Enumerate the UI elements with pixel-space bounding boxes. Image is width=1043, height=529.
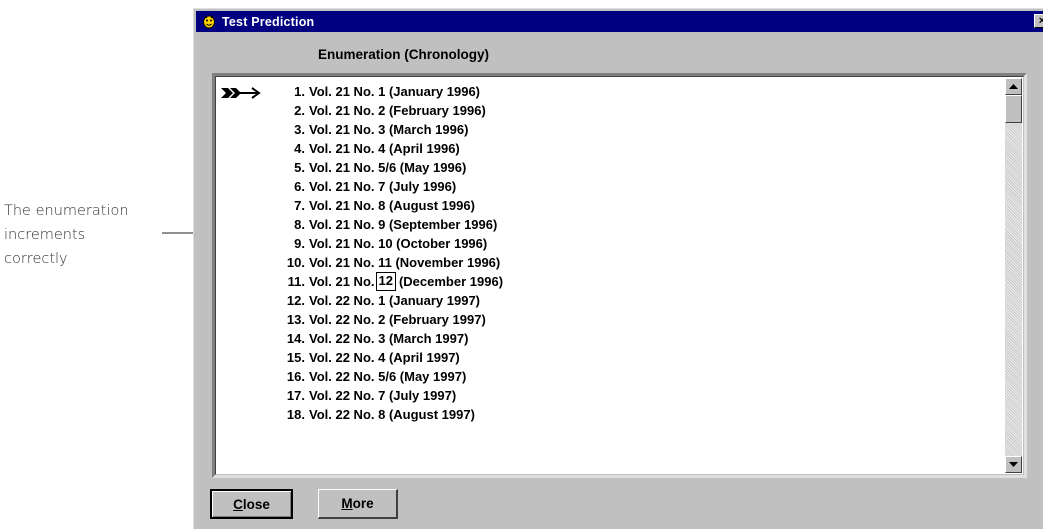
list-item[interactable]: 15. Vol. 22 No. 4 (April 1997) (284, 348, 503, 367)
callout-line-1: The enumeration (4, 203, 129, 219)
test-prediction-window: Test Prediction × Enumeration (Chronolog… (193, 8, 1043, 529)
list-item[interactable]: 10. Vol. 21 No. 11 (November 1996) (284, 253, 503, 272)
list-item[interactable]: 7. Vol. 21 No. 8 (August 1996) (284, 196, 503, 215)
title-bar[interactable]: Test Prediction × (196, 11, 1043, 32)
arrow-pointer-icon (221, 87, 261, 99)
list-item[interactable]: 1. Vol. 21 No. 1 (January 1996) (284, 82, 503, 101)
more-button[interactable]: More (318, 489, 398, 519)
list-item[interactable]: 13. Vol. 22 No. 2 (February 1997) (284, 310, 503, 329)
callout-line-3: correctly (4, 251, 68, 267)
list-item[interactable]: 12. Vol. 22 No. 1 (January 1997) (284, 291, 503, 310)
prediction-listbox[interactable]: 1. Vol. 21 No. 1 (January 1996) 2. Vol. 21… (212, 73, 1027, 478)
list-item[interactable]: 2. Vol. 21 No. 2 (February 1996) (284, 101, 503, 120)
scroll-up-button[interactable] (1005, 78, 1022, 95)
column-header: Enumeration (Chronology) (318, 47, 489, 62)
list-item[interactable]: 9. Vol. 21 No. 10 (October 1996) (284, 234, 503, 253)
callout-annotation: The enumeration increments correctly (4, 199, 179, 271)
list-item[interactable]: 5. Vol. 21 No. 5/6 (May 1996) (284, 158, 503, 177)
scroll-down-button[interactable] (1005, 456, 1022, 473)
list-item[interactable]: 4. Vol. 21 No. 4 (April 1996) (284, 139, 503, 158)
close-window-icon[interactable]: × (1034, 14, 1043, 28)
list-item[interactable]: 14. Vol. 22 No. 3 (March 1997) (284, 329, 503, 348)
vertical-scrollbar[interactable] (1005, 78, 1022, 473)
list-item[interactable]: 6. Vol. 21 No. 7 (July 1996) (284, 177, 503, 196)
highlighted-issue-number: 12 (375, 272, 396, 291)
scroll-thumb[interactable] (1005, 95, 1022, 123)
list-item[interactable]: 18. Vol. 22 No. 8 (August 1997) (284, 405, 503, 424)
list-item[interactable]: 3. Vol. 21 No. 3 (March 1996) (284, 120, 503, 139)
scroll-up-arrow-icon (1009, 84, 1018, 89)
prediction-items: 1. Vol. 21 No. 1 (January 1996) 2. Vol. 21… (284, 82, 503, 424)
window-title: Test Prediction (222, 14, 315, 29)
list-item[interactable]: 16. Vol. 22 No. 5/6 (May 1997) (284, 367, 503, 386)
list-item[interactable]: 11. Vol. 21 No. 12 (December 1996) (284, 272, 503, 291)
scroll-down-arrow-icon (1009, 462, 1018, 467)
callout-line-2: increments (4, 227, 86, 243)
list-item[interactable]: 17. Vol. 22 No. 7 (July 1997) (284, 386, 503, 405)
app-icon (201, 14, 217, 30)
close-button[interactable]: Close (210, 489, 293, 519)
list-item[interactable]: 8. Vol. 21 No. 9 (September 1996) (284, 215, 503, 234)
